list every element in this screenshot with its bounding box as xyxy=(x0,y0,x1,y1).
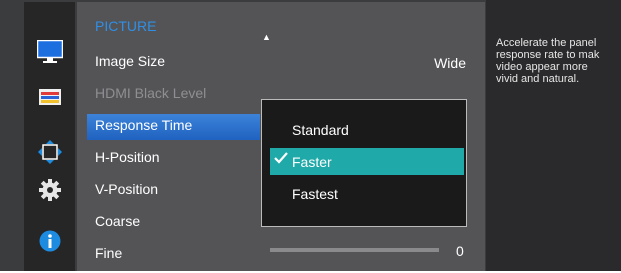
menu-item-image-size[interactable]: Image Size xyxy=(95,53,165,69)
option-standard[interactable]: Standard xyxy=(292,122,349,138)
scroll-up-icon: ▲ xyxy=(262,32,271,42)
option-fastest[interactable]: Fastest xyxy=(292,186,338,202)
check-icon xyxy=(274,151,288,170)
position-arrows-icon[interactable] xyxy=(24,139,75,165)
color-bars-icon[interactable] xyxy=(24,86,75,108)
menu-item-hdmi-black-level: HDMI Black Level xyxy=(95,85,207,101)
option-faster[interactable]: Faster xyxy=(292,154,332,170)
info-icon[interactable] xyxy=(24,228,75,254)
menu-title: PICTURE xyxy=(95,18,157,34)
fine-slider[interactable] xyxy=(270,248,439,252)
gear-icon[interactable] xyxy=(24,178,75,202)
monitor-icon[interactable] xyxy=(24,35,75,69)
help-text: Accelerate the panel response rate to ma… xyxy=(496,37,600,85)
help-panel: Accelerate the panel response rate to ma… xyxy=(486,0,621,271)
menu-item-coarse[interactable]: Coarse xyxy=(95,213,140,229)
menu-item-v-position[interactable]: V-Position xyxy=(95,181,158,197)
image-size-value: Wide xyxy=(434,55,466,71)
menu-item-h-position[interactable]: H-Position xyxy=(95,149,160,165)
fine-value: 0 xyxy=(456,243,464,259)
sidebar xyxy=(24,2,75,271)
response-time-popup: Standard Faster Fastest xyxy=(261,99,467,227)
menu-item-fine[interactable]: Fine xyxy=(95,245,122,261)
menu-item-response-time[interactable]: Response Time xyxy=(95,117,192,133)
